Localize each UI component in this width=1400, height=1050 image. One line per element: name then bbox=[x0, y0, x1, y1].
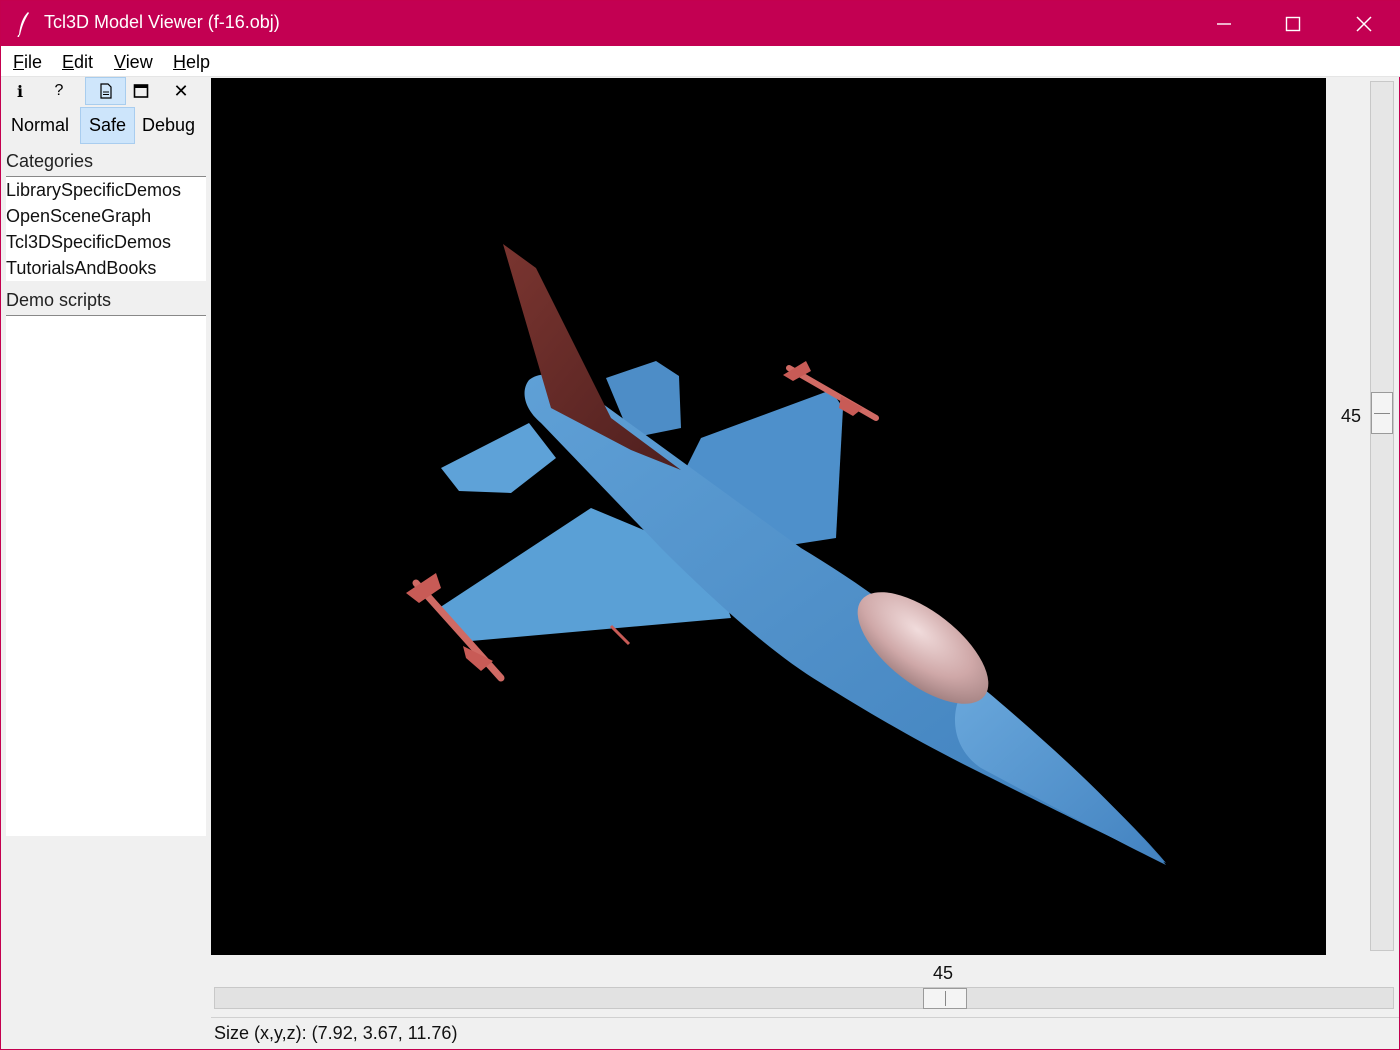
categories-list[interactable]: LibrarySpecificDemos OpenSceneGraph Tcl3… bbox=[6, 177, 206, 281]
f16-jet-model bbox=[406, 244, 1166, 865]
horizontal-rotation-slider[interactable] bbox=[214, 987, 1394, 1009]
vertical-rotation-slider[interactable] bbox=[1370, 81, 1394, 951]
document-button[interactable] bbox=[85, 77, 126, 105]
status-text: Size (x,y,z): (7.92, 3.67, 11.76) bbox=[214, 1023, 458, 1043]
app-window: Tcl3D Model Viewer (f-16.obj) File Edit … bbox=[0, 0, 1400, 1050]
menu-file[interactable]: File bbox=[13, 52, 42, 73]
title-bar: Tcl3D Model Viewer (f-16.obj) bbox=[1, 1, 1400, 46]
left-stabilizer bbox=[441, 423, 556, 493]
maximize-view-button[interactable] bbox=[122, 77, 160, 105]
list-item[interactable]: Tcl3DSpecificDemos bbox=[6, 229, 206, 255]
list-item[interactable]: TutorialsAndBooks bbox=[6, 255, 206, 281]
mode-debug-button[interactable]: Debug bbox=[137, 107, 200, 144]
list-item[interactable]: OpenSceneGraph bbox=[6, 203, 206, 229]
document-icon bbox=[99, 83, 112, 99]
minimize-icon bbox=[1217, 22, 1231, 25]
menu-edit[interactable]: Edit bbox=[62, 52, 93, 73]
help-button[interactable]: ? bbox=[40, 77, 78, 105]
horizontal-slider-thumb[interactable] bbox=[923, 988, 967, 1009]
left-panel: i ? ✕ Normal Safe Debug Categories Libra… bbox=[1, 77, 209, 1049]
help-icon: ? bbox=[54, 82, 64, 99]
mode-normal-button[interactable]: Normal bbox=[5, 107, 75, 144]
menu-help[interactable]: Help bbox=[173, 52, 210, 73]
list-item[interactable]: LibrarySpecificDemos bbox=[6, 177, 206, 203]
mode-safe-button[interactable]: Safe bbox=[80, 107, 135, 144]
maximize-icon bbox=[1285, 16, 1301, 31]
demo-scripts-list[interactable] bbox=[6, 316, 206, 836]
maximize-view-icon bbox=[133, 84, 149, 98]
maximize-button[interactable] bbox=[1259, 1, 1327, 46]
window-title: Tcl3D Model Viewer (f-16.obj) bbox=[44, 12, 280, 32]
categories-header: Categories bbox=[6, 151, 94, 171]
vertical-slider-thumb[interactable] bbox=[1371, 392, 1393, 434]
minimize-button[interactable] bbox=[1190, 1, 1258, 46]
menu-view[interactable]: View bbox=[114, 52, 153, 73]
close-view-button[interactable]: ✕ bbox=[162, 77, 200, 105]
horizontal-slider-value: 45 bbox=[933, 963, 954, 983]
info-button[interactable]: i bbox=[1, 77, 39, 105]
feather-app-icon bbox=[17, 12, 29, 37]
3d-viewport[interactable] bbox=[211, 78, 1326, 955]
demo-scripts-header: Demo scripts bbox=[6, 290, 112, 310]
close-icon: ✕ bbox=[173, 80, 189, 101]
close-icon bbox=[1356, 15, 1372, 32]
vertical-slider-value: 45 bbox=[1341, 406, 1362, 426]
info-icon: i bbox=[16, 81, 24, 101]
underwing-pylon bbox=[609, 624, 631, 646]
menu-bar: File Edit View Help bbox=[1, 46, 1400, 77]
status-bar: Size (x,y,z): (7.92, 3.67, 11.76) bbox=[211, 1017, 1399, 1050]
close-window-button[interactable] bbox=[1330, 1, 1398, 46]
